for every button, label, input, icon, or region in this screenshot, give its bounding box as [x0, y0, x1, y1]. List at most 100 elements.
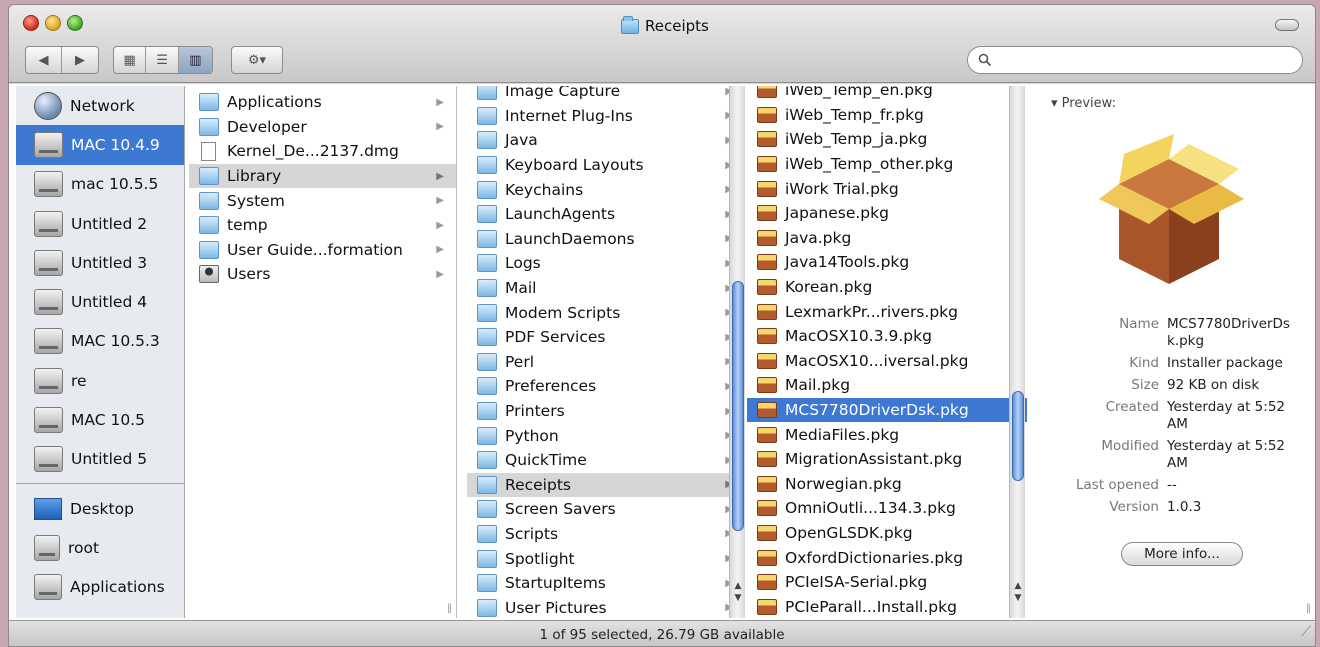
file-row[interactable]: MacOSX10...iversal.pkg	[747, 349, 1027, 374]
column-resize-grip[interactable]: ‖	[1306, 603, 1311, 614]
file-row[interactable]: Keychains▶	[467, 177, 745, 202]
zoom-window-button[interactable]	[67, 15, 83, 31]
file-row[interactable]: MigrationAssistant.pkg	[747, 447, 1027, 472]
file-name: iWeb_Temp_en.pkg	[785, 86, 933, 100]
receipts-scrollbar[interactable]: ▲ ▼	[1009, 86, 1025, 618]
sidebar-item-device[interactable]: Untitled 4	[16, 282, 184, 321]
file-row[interactable]: Users ▶	[189, 262, 456, 287]
file-row[interactable]: Developer ▶	[189, 115, 456, 140]
list-view-button[interactable]: ☰	[146, 47, 179, 73]
file-row[interactable]: Perl▶	[467, 350, 745, 375]
sidebar-item-device[interactable]: Untitled 5	[16, 440, 184, 479]
file-row[interactable]: MediaFiles.pkg	[747, 422, 1027, 447]
file-name: Scripts	[505, 524, 559, 543]
file-row[interactable]: temp ▶	[189, 213, 456, 238]
forward-button[interactable]: ▶	[62, 47, 98, 73]
file-row[interactable]: PCIeISA-Serial.pkg	[747, 570, 1027, 595]
file-row[interactable]: Python▶	[467, 423, 745, 448]
file-row[interactable]: Applications ▶	[189, 90, 456, 115]
file-row[interactable]: OxfordDictionaries.pkg	[747, 545, 1027, 570]
file-row[interactable]: LaunchAgents▶	[467, 202, 745, 227]
hard-drive-icon	[34, 131, 63, 158]
file-row[interactable]: MacOSX10.3.9.pkg	[747, 324, 1027, 349]
file-row[interactable]: OpenGLSDK.pkg	[747, 521, 1027, 546]
file-row[interactable]: StartupItems▶	[467, 571, 745, 596]
file-row[interactable]: User Pictures▶	[467, 595, 745, 618]
file-row[interactable]: Printers▶	[467, 399, 745, 424]
file-name: MacOSX10.3.9.pkg	[785, 327, 932, 346]
scroll-arrows-icon[interactable]: ▲ ▼	[1012, 580, 1024, 604]
file-row[interactable]: Logs▶	[467, 251, 745, 276]
sidebar-item-place[interactable]: Desktop	[16, 489, 184, 528]
file-row[interactable]: Scripts▶	[467, 522, 745, 547]
sidebar-item-place[interactable]: Applications	[16, 568, 184, 607]
file-row[interactable]: Java▶	[467, 128, 745, 153]
file-row[interactable]: Korean.pkg	[747, 275, 1027, 300]
sidebar-item-device[interactable]: MAC 10.5	[16, 400, 184, 439]
file-row[interactable]: Java14Tools.pkg	[747, 250, 1027, 275]
sidebar-item-device[interactable]: re	[16, 361, 184, 400]
file-row[interactable]: Java.pkg	[747, 226, 1027, 251]
file-row[interactable]: Image Capture▶	[467, 86, 745, 104]
file-name: Image Capture	[505, 86, 621, 101]
back-button[interactable]: ◀	[26, 47, 63, 73]
scroll-arrows-icon[interactable]: ▲ ▼	[732, 580, 744, 604]
more-info-button[interactable]: More info...	[1121, 542, 1243, 566]
action-button[interactable]: ⚙▾	[232, 47, 282, 73]
file-name: Library	[227, 167, 282, 186]
file-row[interactable]: Modem Scripts▶	[467, 300, 745, 325]
file-row[interactable]: Receipts▶	[467, 472, 745, 498]
preview-header[interactable]: ▾ Preview:	[1051, 96, 1116, 111]
column-resize-grip[interactable]: ‖	[447, 603, 452, 614]
file-row[interactable]: Preferences▶	[467, 374, 745, 399]
library-scrollbar[interactable]: ▲ ▼	[729, 86, 745, 618]
file-row[interactable]: QuickTime▶	[467, 448, 745, 473]
minimize-window-button[interactable]	[45, 15, 61, 31]
file-name: OxfordDictionaries.pkg	[785, 548, 964, 567]
resize-handle-icon[interactable]: ⟋	[1301, 618, 1311, 646]
action-menu-button[interactable]: ⚙▾	[231, 46, 283, 74]
column-view-button[interactable]: ▥	[178, 47, 212, 73]
file-name: PCIeParall...Install.pkg	[785, 597, 957, 616]
sidebar-item-device[interactable]: Network	[16, 86, 184, 125]
library-scrollbar-thumb[interactable]	[732, 281, 744, 531]
file-row[interactable]: Mail.pkg	[747, 373, 1027, 398]
file-row[interactable]: Mail▶	[467, 276, 745, 301]
search-field[interactable]	[967, 46, 1303, 74]
file-row[interactable]: Library ▶	[189, 163, 456, 189]
sidebar-item-device[interactable]: MAC 10.4.9	[16, 125, 184, 165]
sidebar-item-place[interactable]: root	[16, 528, 184, 567]
file-row[interactable]: PCIeParall...Install.pkg	[747, 594, 1027, 618]
icon-view-button[interactable]: ▦	[114, 47, 147, 73]
sidebar-item-device[interactable]: Untitled 3	[16, 243, 184, 282]
file-row[interactable]: LexmarkPr...rivers.pkg	[747, 299, 1027, 324]
file-name: User Pictures	[505, 598, 607, 617]
toolbar-toggle-button[interactable]	[1275, 19, 1299, 31]
file-row[interactable]: iWeb_Temp_fr.pkg	[747, 103, 1027, 128]
file-row[interactable]: User Guide...formation ▶	[189, 238, 456, 263]
sidebar-item-device[interactable]: mac 10.5.5	[16, 165, 184, 204]
sidebar-item-device[interactable]: MAC 10.5.3	[16, 322, 184, 361]
package-icon	[757, 426, 777, 443]
file-row[interactable]: iWeb_Temp_ja.pkg	[747, 127, 1027, 152]
search-input[interactable]	[998, 52, 1288, 68]
file-row[interactable]: LaunchDaemons▶	[467, 227, 745, 252]
file-row[interactable]: MCS7780DriverDsk.pkg	[747, 397, 1027, 423]
folder-icon	[477, 205, 497, 224]
file-row[interactable]: iWork Trial.pkg	[747, 176, 1027, 201]
file-row[interactable]: Spotlight▶	[467, 546, 745, 571]
close-window-button[interactable]	[23, 15, 39, 31]
file-row[interactable]: Keyboard Layouts▶	[467, 153, 745, 178]
file-row[interactable]: OmniOutli...134.3.pkg	[747, 496, 1027, 521]
sidebar-item-device[interactable]: Untitled 2	[16, 204, 184, 243]
file-row[interactable]: Japanese.pkg	[747, 201, 1027, 226]
file-row[interactable]: iWeb_Temp_other.pkg	[747, 152, 1027, 177]
receipts-scrollbar-thumb[interactable]	[1012, 391, 1024, 481]
file-row[interactable]: PDF Services▶	[467, 325, 745, 350]
file-row[interactable]: System ▶	[189, 188, 456, 213]
file-row[interactable]: Norwegian.pkg	[747, 472, 1027, 497]
file-row[interactable]: Screen Savers▶	[467, 497, 745, 522]
file-row[interactable]: iWeb_Temp_en.pkg	[747, 86, 1027, 103]
file-row[interactable]: Internet Plug-Ins▶	[467, 104, 745, 129]
file-row[interactable]: Kernel_De...2137.dmg	[189, 139, 456, 164]
